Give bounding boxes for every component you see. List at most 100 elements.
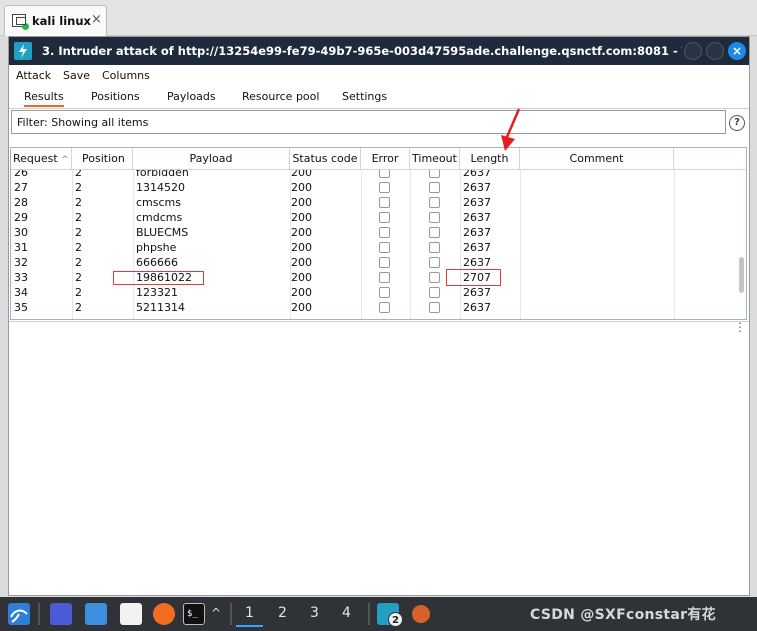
cell-status: 200	[291, 271, 312, 284]
error-checkbox	[379, 242, 390, 253]
cell-payload: 1314520	[136, 181, 185, 194]
error-checkbox	[379, 212, 390, 223]
workspace-4[interactable]: 4	[342, 605, 351, 621]
col-comment[interactable]: Comment	[520, 148, 674, 170]
col-timeout[interactable]: Timeout	[410, 148, 460, 170]
payload-highlight	[113, 271, 204, 285]
cell-length: 2637	[463, 286, 491, 299]
table-body: 26 2 forbidden 200 2637 27 2 1314520 200 2637 28 2 c…	[11, 170, 746, 319]
cell-length: 2637	[463, 226, 491, 239]
menu-attack[interactable]: Attack	[16, 69, 51, 82]
cell-length: 2637	[463, 211, 491, 224]
filter-bar[interactable]: Filter: Showing all items	[11, 110, 726, 134]
col-error[interactable]: Error	[361, 148, 410, 170]
col-request[interactable]: Request ^	[11, 148, 72, 170]
cell-request: 28	[14, 196, 28, 209]
error-checkbox	[379, 197, 390, 208]
cell-request: 34	[14, 286, 28, 299]
col-payload[interactable]: Payload	[133, 148, 290, 170]
annotation-arrow	[501, 108, 521, 151]
cell-request: 29	[14, 211, 28, 224]
cell-length: 2637	[463, 196, 491, 209]
error-checkbox	[379, 272, 390, 283]
error-checkbox	[379, 257, 390, 268]
cell-payload: forbidden	[136, 170, 189, 179]
close-button[interactable]: ×	[728, 42, 746, 60]
menu-bar: Attack Save Columns	[9, 65, 749, 87]
error-checkbox	[379, 302, 390, 313]
table-header: Request ^ Position Payload Status code E…	[11, 148, 746, 170]
tab-payloads[interactable]: Payloads	[167, 90, 216, 103]
timeout-checkbox	[429, 272, 440, 283]
tab-positions[interactable]: Positions	[91, 90, 140, 103]
col-status-code[interactable]: Status code	[290, 148, 361, 170]
table-row[interactable]: 29 2 cmdcms 200 2637	[11, 211, 746, 226]
tab-results[interactable]: Results	[24, 90, 64, 107]
burp-icon	[14, 42, 32, 60]
table-row[interactable]: 32 2 666666 200 2637	[11, 256, 746, 271]
menu-save[interactable]: Save	[63, 69, 90, 82]
workspace-1[interactable]: 1	[236, 605, 263, 627]
vm-tab-kali[interactable]: kali linux ×	[4, 5, 107, 36]
cell-status: 200	[291, 301, 312, 314]
title-bar: 3. Intruder attack of http://13254e99-fe…	[9, 37, 749, 65]
tab-resource-pool[interactable]: Resource pool	[242, 90, 319, 103]
tab-bar: Results Positions Payloads Resource pool…	[9, 87, 749, 109]
table-row[interactable]: 27 2 1314520 200 2637	[11, 181, 746, 196]
workspace-2[interactable]: 2	[278, 605, 287, 621]
more-options-icon[interactable]: ⋮	[734, 321, 746, 333]
cell-payload: 5211314	[136, 301, 185, 314]
maximize-button[interactable]	[706, 42, 724, 60]
desktop-icon[interactable]	[50, 603, 72, 625]
workspace-3[interactable]: 3	[310, 605, 319, 621]
error-checkbox	[379, 182, 390, 193]
cell-position: 2	[75, 256, 82, 269]
firefox-icon[interactable]	[153, 603, 175, 625]
firefox-taskbar-icon[interactable]	[412, 605, 430, 623]
cell-payload: phpshe	[136, 241, 177, 254]
vm-icon	[12, 14, 29, 30]
table-row[interactable]: 31 2 phpshe 200 2637	[11, 241, 746, 256]
cell-status: 200	[291, 241, 312, 254]
col-position[interactable]: Position	[72, 148, 133, 170]
timeout-checkbox	[429, 170, 440, 178]
cell-request: 32	[14, 256, 28, 269]
menu-columns[interactable]: Columns	[102, 69, 150, 82]
cell-position: 2	[75, 226, 82, 239]
terminal-icon[interactable]: $_	[183, 603, 205, 625]
detail-pane	[9, 321, 749, 595]
table-row[interactable]: 26 2 forbidden 200 2637	[11, 170, 746, 181]
table-row[interactable]: 28 2 cmscms 200 2637	[11, 196, 746, 211]
close-icon[interactable]: ×	[91, 12, 102, 27]
cell-length: 2637	[463, 181, 491, 194]
cell-status: 200	[291, 211, 312, 224]
cell-position: 2	[75, 271, 82, 284]
file-manager-icon[interactable]	[85, 603, 107, 625]
cell-length: 2637	[463, 170, 491, 179]
error-checkbox	[379, 170, 390, 178]
cell-payload: 666666	[136, 256, 178, 269]
chevron-up-icon[interactable]: ^	[211, 606, 221, 620]
cell-position: 2	[75, 211, 82, 224]
timeout-checkbox	[429, 212, 440, 223]
table-scrollbar[interactable]	[739, 257, 744, 293]
watermark: CSDN @SXFconstar有花	[530, 607, 716, 623]
timeout-checkbox	[429, 302, 440, 313]
length-highlight	[446, 269, 501, 286]
table-row[interactable]: 34 2 123321 200 2637	[11, 286, 746, 301]
text-editor-icon[interactable]	[120, 603, 142, 625]
table-row[interactable]: 35 2 5211314 200 2637	[11, 301, 746, 316]
help-icon[interactable]: ?	[729, 115, 745, 131]
minimize-button[interactable]	[684, 42, 702, 60]
cell-status: 200	[291, 226, 312, 239]
vm-tab-label: kali linux	[32, 14, 91, 28]
error-checkbox	[379, 227, 390, 238]
timeout-checkbox	[429, 182, 440, 193]
tab-settings[interactable]: Settings	[342, 90, 387, 103]
intruder-window: 3. Intruder attack of http://13254e99-fe…	[8, 36, 750, 596]
kali-menu-icon[interactable]	[8, 603, 30, 625]
table-row[interactable]: 30 2 BLUECMS 200 2637	[11, 226, 746, 241]
cell-status: 200	[291, 256, 312, 269]
filter-text: Filter: Showing all items	[17, 116, 149, 129]
cell-position: 2	[75, 301, 82, 314]
